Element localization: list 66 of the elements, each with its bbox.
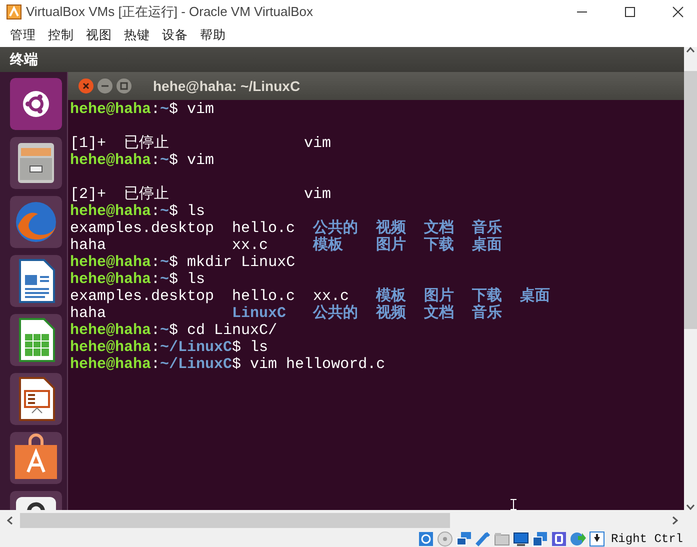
spreadsheet-icon[interactable]: [10, 314, 62, 366]
file-name: haha: [70, 237, 108, 254]
directory-name: 桌面: [520, 288, 550, 305]
output-line: [2]+ 已停止 vim: [70, 186, 332, 203]
directory-name: 桌面: [472, 237, 502, 254]
directory-name: 视频: [376, 220, 406, 237]
file-name: hello.c: [232, 288, 296, 305]
menu-item[interactable]: 设备: [156, 26, 194, 45]
directory-name: 文档: [424, 220, 454, 237]
menu-item[interactable]: 管理: [4, 26, 42, 45]
document-icon[interactable]: [10, 255, 62, 307]
directory-name: 下载: [472, 288, 502, 305]
prompt-line: hehe@haha:~$ vim: [70, 101, 214, 118]
prompt-line: hehe@haha:~$ ls: [70, 203, 206, 220]
prompt-line: hehe@haha:~$ cd LinuxC/: [70, 322, 278, 339]
menu-item[interactable]: 控制: [42, 26, 80, 45]
directory-name: 音乐: [472, 220, 502, 237]
directory-name: 视频: [376, 305, 406, 322]
maximize-icon[interactable]: [624, 6, 636, 18]
download-icon[interactable]: [588, 530, 605, 546]
directory-name: 模板: [376, 288, 406, 305]
menu-item[interactable]: 热键: [118, 26, 156, 45]
directory-name: 公共的: [313, 220, 358, 237]
shopping-bag-icon[interactable]: [10, 432, 62, 484]
directory-name: 图片: [376, 237, 406, 254]
file-name: xx.c: [313, 288, 350, 305]
panel-title: 终端: [10, 50, 38, 69]
file-cabinet-icon[interactable]: [10, 137, 62, 189]
windows-icon[interactable]: [532, 530, 548, 546]
prompt-line: hehe@haha:~$ vim: [70, 152, 214, 169]
directory-name: 音乐: [472, 305, 502, 322]
directory-name: 文档: [424, 305, 454, 322]
menu-item[interactable]: 帮助: [194, 26, 232, 45]
scroll-right-icon[interactable]: [672, 516, 678, 524]
close-icon[interactable]: [672, 6, 684, 18]
scrollbar-thumb[interactable]: [20, 512, 450, 528]
file-name: xx.c: [232, 237, 270, 254]
scroll-left-icon[interactable]: [7, 516, 13, 524]
scroll-down-icon[interactable]: [686, 504, 695, 510]
presentation-icon[interactable]: [10, 373, 62, 425]
prompt-line: hehe@haha:~/LinuxC$ ls: [70, 339, 268, 356]
file-name: examples.desktop: [70, 220, 214, 237]
output-line: [1]+ 已停止 vim: [70, 135, 332, 152]
directory-name: LinuxC: [232, 305, 288, 322]
scrollbar-thumb[interactable]: [684, 71, 697, 329]
globe-fox-icon[interactable]: [10, 196, 62, 248]
app-icon: [6, 4, 22, 20]
directory-name: 模板: [313, 237, 344, 254]
menu-item[interactable]: 视图: [80, 26, 118, 45]
network-icon[interactable]: [456, 530, 472, 546]
display-icon[interactable]: [512, 530, 529, 546]
file-name: hello.c: [232, 220, 296, 237]
terminal-title: hehe@haha: ~/LinuxC: [153, 76, 300, 96]
text-cursor-icon: [510, 499, 517, 510]
host-key-label: Right Ctrl: [610, 530, 683, 547]
window-title: VirtualBox VMs [正在运行] - Oracle VM VirtualBox: [26, 3, 314, 22]
scroll-up-icon[interactable]: [686, 47, 695, 53]
directory-name: 下载: [424, 237, 454, 254]
prompt-line: hehe@haha:~$ mkdir LinuxC: [70, 254, 296, 271]
directory-name: 图片: [424, 288, 454, 305]
prompt-line: hehe@haha:~$ ls: [70, 271, 206, 288]
file-name: haha: [70, 305, 108, 322]
file-name: examples.desktop: [70, 288, 214, 305]
prompt-line: hehe@haha:~/LinuxC$ vim helloword.c: [70, 356, 386, 373]
dash-icon[interactable]: [10, 78, 62, 130]
directory-name: 公共的: [313, 305, 358, 322]
